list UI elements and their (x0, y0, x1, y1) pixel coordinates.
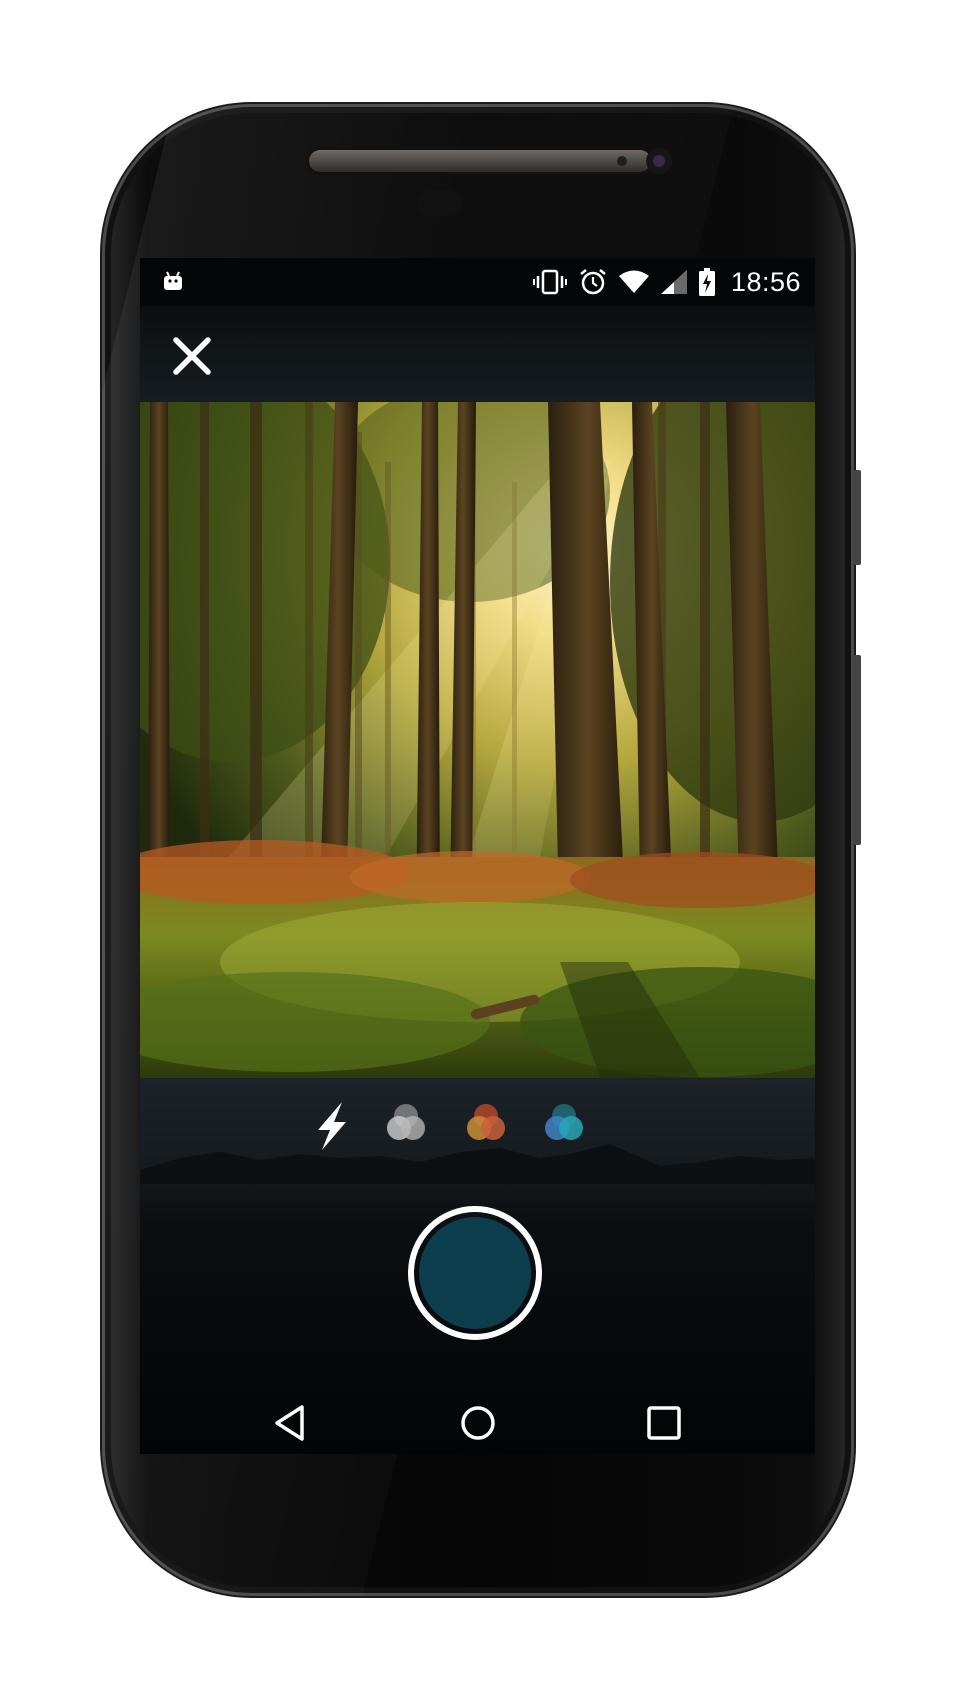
alarm-icon (580, 269, 606, 295)
vibrate-icon (532, 269, 567, 295)
front-camera (646, 148, 672, 174)
volume-rocker[interactable] (853, 655, 861, 845)
navigation-bar (140, 1392, 815, 1454)
camera-preview-photo[interactable] (140, 402, 815, 1078)
status-time: 18:56 (730, 266, 801, 297)
cell-signal-icon (660, 270, 687, 294)
flash-icon[interactable] (302, 1096, 362, 1156)
proximity-sensor (617, 156, 627, 166)
shutter-button-fill (419, 1217, 531, 1329)
screen: 18:56 (140, 258, 815, 1454)
top-speaker-grille (309, 150, 651, 172)
battery-charging-icon (698, 268, 715, 296)
filter-warm[interactable] (456, 1096, 516, 1156)
wifi-icon (618, 270, 649, 293)
filter-cool[interactable] (534, 1096, 594, 1156)
android-debug-icon (164, 271, 182, 290)
sunlit-forest-photo (140, 402, 815, 1078)
earpiece-slot (418, 190, 462, 216)
status-bar: 18:56 (140, 258, 815, 306)
app-bar (140, 306, 815, 402)
status-icons: 18:56 (532, 266, 801, 297)
close-icon[interactable] (170, 334, 214, 378)
power-button[interactable] (853, 470, 861, 565)
home-icon[interactable] (448, 1392, 508, 1454)
back-icon[interactable] (262, 1392, 322, 1454)
shutter-button[interactable] (408, 1206, 542, 1340)
filter-bar (140, 1096, 815, 1156)
recents-icon[interactable] (634, 1392, 694, 1454)
filter-mono[interactable] (376, 1096, 436, 1156)
